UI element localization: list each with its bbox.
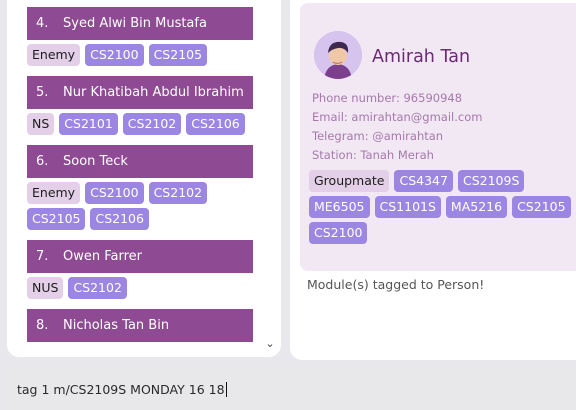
person-index: 6. (36, 154, 49, 169)
person-card-header: 8. Nicholas Tan Bin (27, 309, 253, 342)
person-detail-panel: Amirah Tan Phone number: 96590948 Email:… (290, 0, 576, 360)
person-card-name: Syed Alwi Bin Mustafa (63, 16, 207, 31)
relationship-tag: Groupmate (309, 170, 390, 192)
relationship-tag: Enemy (27, 44, 81, 66)
phone-field: Phone number: 96590948 (312, 91, 463, 105)
person-card-name: Nicholas Tan Bin (63, 318, 170, 333)
person-card-header: 5. Nur Khatibah Abdul Ibrahim (27, 76, 253, 109)
person-index: 7. (36, 249, 49, 264)
person-list-panel: 4. Syed Alwi Bin Mustafa Enemy CS2100 CS2105… (7, 0, 281, 357)
module-tag: CS1101S (374, 196, 441, 218)
module-tag: CS2102 (122, 113, 182, 135)
module-tag: CS2100 (309, 222, 368, 244)
person-name: Amirah Tan (372, 47, 471, 67)
command-box[interactable]: tag 1 m/CS2109S MONDAY 16 18 (3, 369, 576, 410)
result-message: Module(s) tagged to Person! (307, 277, 485, 292)
module-tag: CS4347 (394, 170, 453, 192)
relationship-tag: NUS (27, 277, 64, 299)
person-card[interactable]: 5. Nur Khatibah Abdul Ibrahim NS CS2101 CS21… (27, 76, 253, 139)
module-tag: CS2106 (186, 113, 245, 135)
detail-tags: Groupmate CS4347 CS2109S ME6505 CS1101S MA521… (309, 170, 576, 248)
person-index: 8. (36, 318, 49, 333)
module-tag: CS2105 (512, 196, 571, 218)
person-card-name: Nur Khatibah Abdul Ibrahim (63, 85, 244, 100)
person-detail-card: Amirah Tan Phone number: 96590948 Email:… (300, 3, 576, 271)
person-card-header: 7. Owen Farrer (27, 240, 253, 273)
module-tag: MA5216 (445, 196, 508, 218)
command-input[interactable]: tag 1 m/CS2109S MONDAY 16 18 (17, 382, 227, 397)
module-tag: CS2100 (85, 182, 144, 204)
person-card-name: Owen Farrer (63, 249, 143, 264)
person-card[interactable]: 4. Syed Alwi Bin Mustafa Enemy CS2100 CS2105 (27, 7, 253, 70)
module-tag: CS2109S (457, 170, 525, 192)
module-tag: CS2100 (85, 44, 144, 66)
module-tag: CS2101 (59, 113, 118, 135)
module-tag: CS2102 (68, 277, 127, 299)
chevron-down-icon[interactable]: ⌄ (264, 338, 276, 350)
person-card-tags: Enemy CS2100 CS2105 (27, 40, 253, 70)
person-card-tags: Enemy CS2100 CS2102 CS2105 CS2106 (27, 178, 253, 234)
person-index: 5. (36, 85, 49, 100)
module-tag: CS2106 (90, 208, 149, 230)
station-field: Station: Tanah Merah (312, 148, 434, 162)
person-list[interactable]: 4. Syed Alwi Bin Mustafa Enemy CS2100 CS2105… (27, 0, 253, 348)
person-card-tags: NUS CS2102 (27, 273, 253, 303)
person-card-name: Soon Teck (63, 154, 128, 169)
telegram-field: Telegram: @amirahtan (312, 129, 444, 143)
person-card-header: 6. Soon Teck (27, 145, 253, 178)
module-tag: CS2105 (148, 44, 208, 66)
person-card-tags: NS CS2101 CS2102 CS2106 (27, 109, 253, 139)
email-field: Email: amirahtan@gmail.com (312, 110, 483, 124)
relationship-tag: NS (27, 113, 55, 135)
person-card[interactable]: 6. Soon Teck Enemy CS2100 CS2102 CS2105 CS2106 (27, 145, 253, 234)
text-caret (225, 382, 227, 397)
person-card[interactable]: 8. Nicholas Tan Bin (27, 309, 253, 342)
person-index: 4. (36, 16, 49, 31)
relationship-tag: Enemy (27, 182, 81, 204)
person-card-header: 4. Syed Alwi Bin Mustafa (27, 7, 253, 40)
avatar (314, 31, 362, 79)
module-tag: ME6505 (309, 196, 370, 218)
module-tag: CS2105 (27, 208, 86, 230)
person-card[interactable]: 7. Owen Farrer NUS CS2102 (27, 240, 253, 303)
module-tag: CS2102 (148, 182, 208, 204)
